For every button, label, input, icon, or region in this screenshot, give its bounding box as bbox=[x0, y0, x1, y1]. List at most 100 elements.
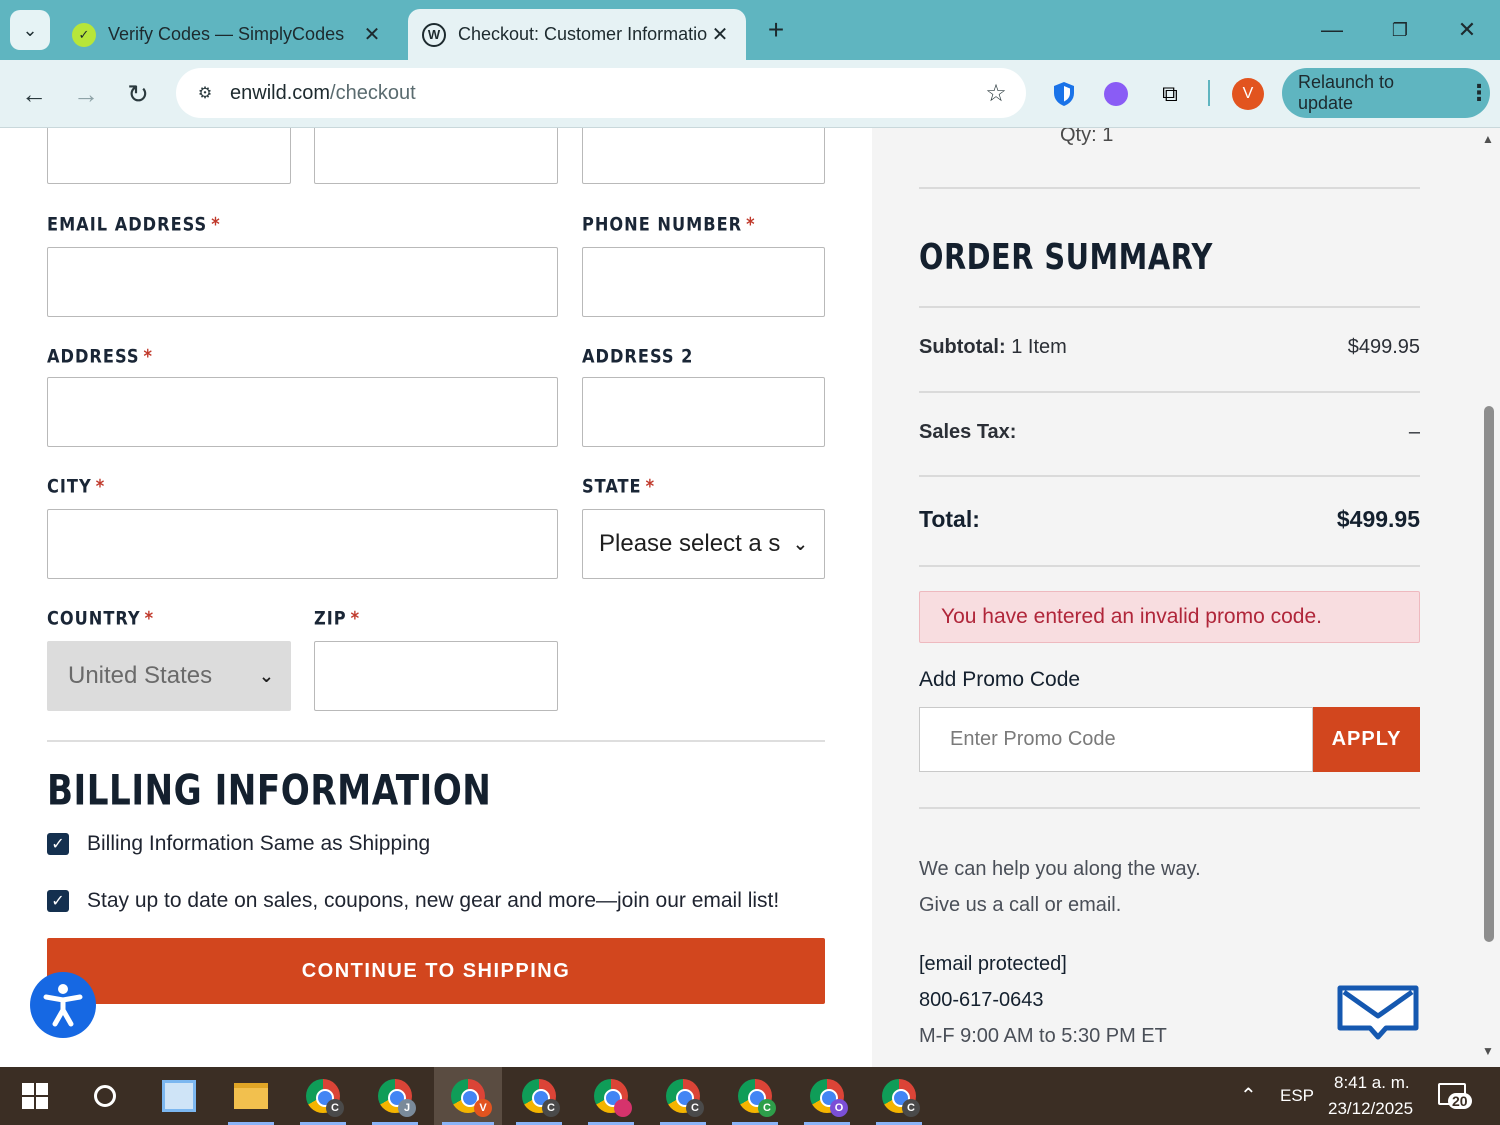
email-list-checkbox-row[interactable]: ✓ Stay up to date on sales, coupons, new… bbox=[47, 889, 779, 913]
accessibility-button[interactable] bbox=[30, 972, 96, 1038]
address-bar[interactable]: ⚙ enwild.com/checkout ☆ bbox=[176, 68, 1026, 118]
new-tab-button[interactable]: + bbox=[758, 14, 794, 46]
billing-title: BILLING INFORMATION bbox=[47, 766, 492, 815]
order-summary-title: ORDER SUMMARY bbox=[919, 236, 1213, 278]
chrome-taskbar-button[interactable]: C bbox=[508, 1067, 570, 1125]
state-label: STATE * bbox=[582, 475, 656, 498]
company-input[interactable] bbox=[582, 128, 825, 184]
minimize-button[interactable]: — bbox=[1312, 12, 1352, 48]
state-select[interactable]: Please select a s ⌄ bbox=[582, 509, 825, 579]
restore-button[interactable]: ❐ bbox=[1380, 12, 1420, 48]
profile-badge: V bbox=[474, 1099, 492, 1117]
help-text-line2: Give us a call or email. bbox=[919, 894, 1122, 916]
clock-date[interactable]: 23/12/2025 bbox=[1328, 1099, 1413, 1119]
start-button[interactable] bbox=[4, 1067, 66, 1125]
subtotal-label: Subtotal: 1 Item bbox=[919, 336, 1067, 358]
summary-divider bbox=[919, 391, 1420, 393]
summary-divider bbox=[919, 306, 1420, 308]
promo-code-input[interactable] bbox=[919, 707, 1313, 772]
shield-extension-icon[interactable] bbox=[1046, 76, 1082, 112]
clock-time[interactable]: 8:41 a. m. bbox=[1334, 1073, 1410, 1093]
tab-checkout[interactable]: W Checkout: Customer Informatio ✕ bbox=[408, 9, 746, 60]
site-info-icon[interactable]: ⚙ bbox=[190, 78, 220, 108]
scrollbar-thumb[interactable] bbox=[1484, 406, 1494, 942]
last-name-input[interactable] bbox=[314, 128, 558, 184]
apply-promo-button[interactable]: APPLY bbox=[1313, 707, 1420, 772]
sales-tax-label: Sales Tax: bbox=[919, 421, 1017, 443]
file-explorer-button[interactable] bbox=[220, 1067, 282, 1125]
chrome-taskbar-button[interactable]: J bbox=[364, 1067, 426, 1125]
address2-field[interactable] bbox=[582, 377, 825, 447]
close-tab-icon[interactable]: ✕ bbox=[360, 22, 384, 47]
address-field[interactable] bbox=[47, 377, 558, 447]
checkbox-checked-icon[interactable]: ✓ bbox=[47, 833, 69, 855]
task-view-button[interactable] bbox=[148, 1067, 210, 1125]
profile-avatar[interactable]: V bbox=[1232, 78, 1264, 110]
address-label: ADDRESS * bbox=[47, 345, 153, 368]
search-button[interactable] bbox=[74, 1067, 136, 1125]
summary-divider bbox=[919, 807, 1420, 809]
tab-search-button[interactable]: ⌄ bbox=[10, 10, 50, 50]
checkbox-checked-icon[interactable]: ✓ bbox=[47, 890, 69, 912]
envelope-chat-icon[interactable] bbox=[1336, 984, 1420, 1040]
state-select-value: Please select a s bbox=[599, 530, 781, 557]
chrome-taskbar-button[interactable]: C bbox=[868, 1067, 930, 1125]
scroll-up-icon[interactable]: ▲ bbox=[1482, 132, 1494, 146]
url-host: enwild.com bbox=[230, 81, 331, 104]
profile-badge: C bbox=[326, 1099, 344, 1117]
tab-simplycodes[interactable]: ✓ Verify Codes — SimplyCodes ✕ bbox=[58, 9, 398, 60]
summary-divider bbox=[919, 475, 1420, 477]
chrome-taskbar-button[interactable] bbox=[580, 1067, 642, 1125]
chrome-taskbar-button[interactable]: C bbox=[652, 1067, 714, 1125]
chevron-down-icon: ⌄ bbox=[792, 533, 808, 554]
support-phone-link[interactable]: 800-617-0643 bbox=[919, 989, 1044, 1012]
arrow-right-icon: → bbox=[73, 79, 99, 109]
reload-button[interactable]: ↻ bbox=[118, 74, 158, 114]
continue-to-shipping-button[interactable]: CONTINUE TO SHIPPING bbox=[47, 938, 825, 1004]
language-indicator[interactable]: ESP bbox=[1280, 1086, 1314, 1106]
phone-label: PHONE NUMBER * bbox=[582, 213, 756, 236]
zip-field[interactable] bbox=[314, 641, 558, 711]
item-quantity: Qty: 1 bbox=[1060, 128, 1114, 146]
task-view-icon bbox=[162, 1080, 196, 1112]
tab-title: Verify Codes — SimplyCodes bbox=[108, 24, 345, 44]
close-window-button[interactable]: ✕ bbox=[1447, 12, 1487, 48]
billing-same-checkbox-row[interactable]: ✓ Billing Information Same as Shipping bbox=[47, 832, 430, 856]
email-field[interactable] bbox=[47, 247, 558, 317]
tab-title: Checkout: Customer Informatio bbox=[458, 24, 708, 44]
simplycodes-extension-icon[interactable] bbox=[1098, 76, 1134, 112]
accessibility-icon bbox=[43, 984, 83, 1027]
profile-badge bbox=[614, 1099, 632, 1117]
invalid-promo-alert: You have entered an invalid promo code. bbox=[919, 591, 1420, 643]
url-text[interactable]: enwild.com/checkout bbox=[230, 82, 976, 105]
back-button[interactable]: ← bbox=[14, 74, 54, 114]
forward-button[interactable]: → bbox=[66, 74, 106, 114]
puzzle-extensions-icon[interactable]: ⧉ bbox=[1152, 76, 1188, 112]
tray-chevron-up-icon[interactable]: ⌃ bbox=[1240, 1083, 1257, 1108]
notification-center-button[interactable]: 20 bbox=[1436, 1079, 1472, 1113]
checkout-page: EMAIL ADDRESS * PHONE NUMBER * ADDRESS * AD… bbox=[0, 128, 1500, 1067]
total-row: Total: $499.95 bbox=[919, 506, 1420, 533]
windows-taskbar: C J V C C C O C ⌃ ESP 8:41 a. m. 23/12/2… bbox=[0, 1067, 1500, 1125]
profile-badge: O bbox=[830, 1099, 848, 1117]
summary-divider bbox=[919, 565, 1420, 567]
close-tab-icon[interactable]: ✕ bbox=[708, 22, 732, 47]
city-field[interactable] bbox=[47, 509, 558, 579]
toolbar-separator bbox=[1208, 80, 1210, 106]
page-scrollbar[interactable]: ▲ ▼ bbox=[1480, 128, 1500, 1067]
arrow-left-icon: ← bbox=[21, 79, 47, 109]
more-vert-icon[interactable]: ⋮ bbox=[1468, 80, 1490, 106]
sales-tax-row: Sales Tax: – bbox=[919, 421, 1420, 444]
chrome-taskbar-button-active[interactable]: V bbox=[434, 1067, 502, 1125]
relaunch-button[interactable]: Relaunch to update ⋮ bbox=[1282, 68, 1490, 118]
country-select[interactable]: United States ⌄ bbox=[47, 641, 291, 711]
phone-field[interactable] bbox=[582, 247, 825, 317]
scroll-down-icon[interactable]: ▼ bbox=[1482, 1044, 1494, 1058]
chrome-taskbar-button[interactable]: C bbox=[724, 1067, 786, 1125]
url-path: /checkout bbox=[330, 81, 416, 104]
chrome-taskbar-button[interactable]: O bbox=[796, 1067, 858, 1125]
bookmark-star-icon[interactable]: ☆ bbox=[976, 79, 1016, 108]
first-name-input[interactable] bbox=[47, 128, 291, 184]
chrome-taskbar-button[interactable]: C bbox=[292, 1067, 354, 1125]
support-email-link[interactable]: [email protected] bbox=[919, 953, 1067, 976]
